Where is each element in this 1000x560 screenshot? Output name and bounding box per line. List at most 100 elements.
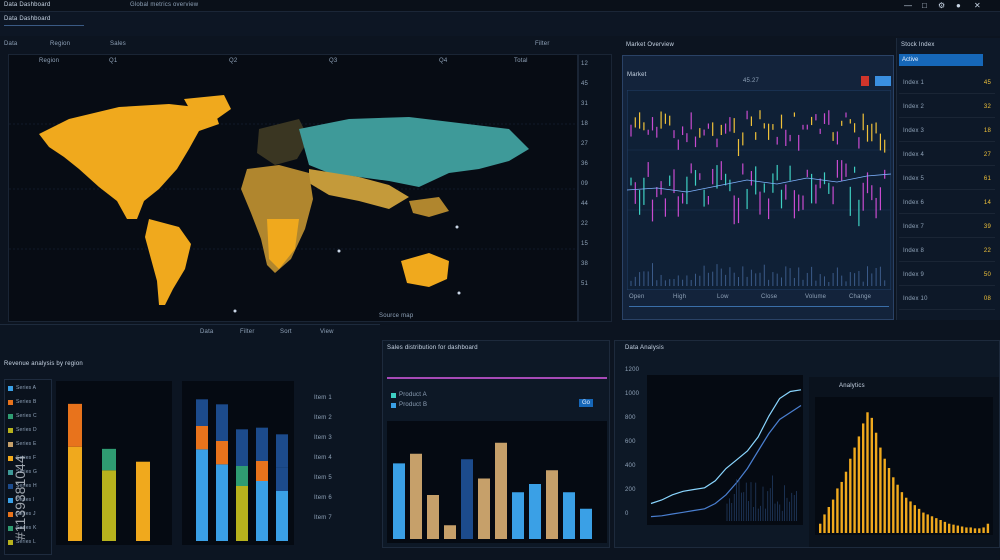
chart3-bar xyxy=(393,463,405,539)
index-row[interactable]: Index 6 14 xyxy=(899,192,995,214)
histogram-bar xyxy=(974,528,976,533)
axis-tick-label: 400 xyxy=(625,463,636,469)
stock-candles[interactable] xyxy=(627,90,891,290)
bottom-right-title: Data Analysis xyxy=(625,345,664,351)
chart2-bar xyxy=(276,434,288,467)
histogram-bar xyxy=(935,518,937,533)
histogram-bar xyxy=(987,524,989,533)
histogram-bar xyxy=(862,423,864,533)
index-row[interactable]: Index 3 18 xyxy=(899,120,995,142)
chart1-bar xyxy=(136,462,150,541)
chart4-bg xyxy=(647,375,803,525)
histogram-bar xyxy=(892,477,894,533)
maximize-icon[interactable]: □ xyxy=(922,1,927,10)
chart2-bar xyxy=(276,491,288,541)
chart2-bar xyxy=(276,468,288,491)
histogram-bar xyxy=(888,468,890,533)
index-row[interactable]: Index 4 27 xyxy=(899,144,995,166)
chart3-bar xyxy=(580,509,592,539)
chart1-bar-top xyxy=(102,449,116,470)
index-row[interactable]: Index 2 32 xyxy=(899,96,995,118)
sub-header: Data Dashboard xyxy=(0,12,1000,36)
user-icon[interactable]: ● xyxy=(956,1,961,10)
chart3-bar xyxy=(478,479,490,540)
stock-ticker: 45.27 xyxy=(743,78,759,84)
index-row[interactable]: Index 5 61 xyxy=(899,168,995,190)
settings-icon[interactable]: ⚙ xyxy=(938,1,945,10)
europe xyxy=(257,119,309,165)
index-row[interactable]: Index 9 50 xyxy=(899,264,995,286)
bar-chart-2[interactable] xyxy=(182,381,294,545)
histogram-bar xyxy=(841,482,843,533)
bar-chart-1[interactable] xyxy=(56,381,172,545)
stock-panel-header: Market Overview xyxy=(620,38,895,54)
line-chart[interactable] xyxy=(647,375,803,525)
chart2-bar xyxy=(256,461,268,481)
chart1-bar xyxy=(68,447,82,541)
minimize-icon[interactable]: — xyxy=(904,1,912,10)
chart2-bar xyxy=(216,464,228,541)
stock-action-button[interactable] xyxy=(875,76,891,86)
chart2-bar xyxy=(196,449,208,541)
stock-index-title: Stock Index xyxy=(901,42,935,48)
toolbar-sales[interactable]: Sales xyxy=(110,41,126,47)
stock-chart-panel: Market 45.27 Open High Low Close Volume … xyxy=(622,55,894,320)
chart2-bar xyxy=(236,486,248,541)
chart2-bar xyxy=(196,426,208,449)
index-row[interactable]: Index 10 08 xyxy=(899,288,995,310)
close-icon[interactable]: ✕ xyxy=(974,1,981,10)
chart3-bar xyxy=(444,525,456,539)
chart1-bar xyxy=(102,470,116,541)
chart3-bar xyxy=(461,459,473,539)
toolbar-filter[interactable]: Filter xyxy=(535,41,550,47)
histogram-title: Analytics xyxy=(839,383,865,389)
chart3-bar xyxy=(427,495,439,539)
histogram-bar xyxy=(819,524,821,533)
histogram-bar xyxy=(948,524,950,533)
north-america xyxy=(39,104,219,219)
stock-id-watermark: #1139381044 xyxy=(6,300,30,550)
histogram-bar xyxy=(905,498,907,533)
world-map[interactable] xyxy=(9,69,579,319)
world-map-panel: Region Q1 Q2 Q3 Q4 Total Source map xyxy=(8,54,578,322)
map-col-q4: Q4 xyxy=(439,58,447,64)
chart2-bar xyxy=(256,481,268,541)
dashboard-root: Data Dashboard Global metrics overview —… xyxy=(0,0,1000,560)
map-header-row: Region Q1 Q2 Q3 Q4 Total xyxy=(9,55,579,69)
histogram-bar xyxy=(957,526,959,533)
histogram-bar xyxy=(875,433,877,533)
bottom-left-list: Item 1 Item 2 Item 3 Item 4 Item 5 Item … xyxy=(300,385,374,545)
map-col-q3: Q3 xyxy=(329,58,337,64)
histogram-panel: Analytics xyxy=(809,377,999,547)
alert-badge[interactable] xyxy=(861,76,869,86)
toolbar-region[interactable]: Region xyxy=(50,41,70,47)
histogram-bar xyxy=(896,485,898,533)
bar-chart-3[interactable] xyxy=(387,421,607,543)
chart2-bar xyxy=(256,428,268,461)
axis-tick-label: 1200 xyxy=(625,367,639,373)
stock-legend: Open High Low Close Volume Change xyxy=(629,294,889,318)
title-bar: Data Dashboard Global metrics overview —… xyxy=(0,0,1000,12)
map-footer: Source map xyxy=(379,313,413,319)
map-col-q1: Q1 xyxy=(109,58,117,64)
page-title: Data Dashboard xyxy=(4,16,51,22)
bottom-mid-panel: Sales distribution for dashboard Product… xyxy=(382,340,610,548)
chart1-bar-top xyxy=(68,404,82,447)
histogram[interactable] xyxy=(815,397,993,535)
index-row[interactable]: Index 7 39 xyxy=(899,216,995,238)
index-row[interactable]: Index 8 22 xyxy=(899,240,995,262)
histogram-bar xyxy=(927,514,929,533)
toolbar-data[interactable]: Data xyxy=(4,41,17,47)
chart3-bar xyxy=(512,492,524,539)
app-subtitle: Global metrics overview xyxy=(130,2,198,8)
go-button[interactable]: Go xyxy=(579,399,593,407)
axis-tick-label: 200 xyxy=(625,487,636,493)
histogram-bar xyxy=(952,525,954,533)
active-index-button[interactable]: Active xyxy=(899,54,983,66)
app-title: Data Dashboard xyxy=(4,2,51,8)
africa-south xyxy=(267,219,299,269)
index-rows: Index 1 45 Index 2 32 Index 3 18 Index 4 27 Inde… xyxy=(899,72,995,312)
index-row[interactable]: Index 1 45 xyxy=(899,72,995,94)
australia xyxy=(401,253,449,287)
chart3-bar xyxy=(546,470,558,539)
